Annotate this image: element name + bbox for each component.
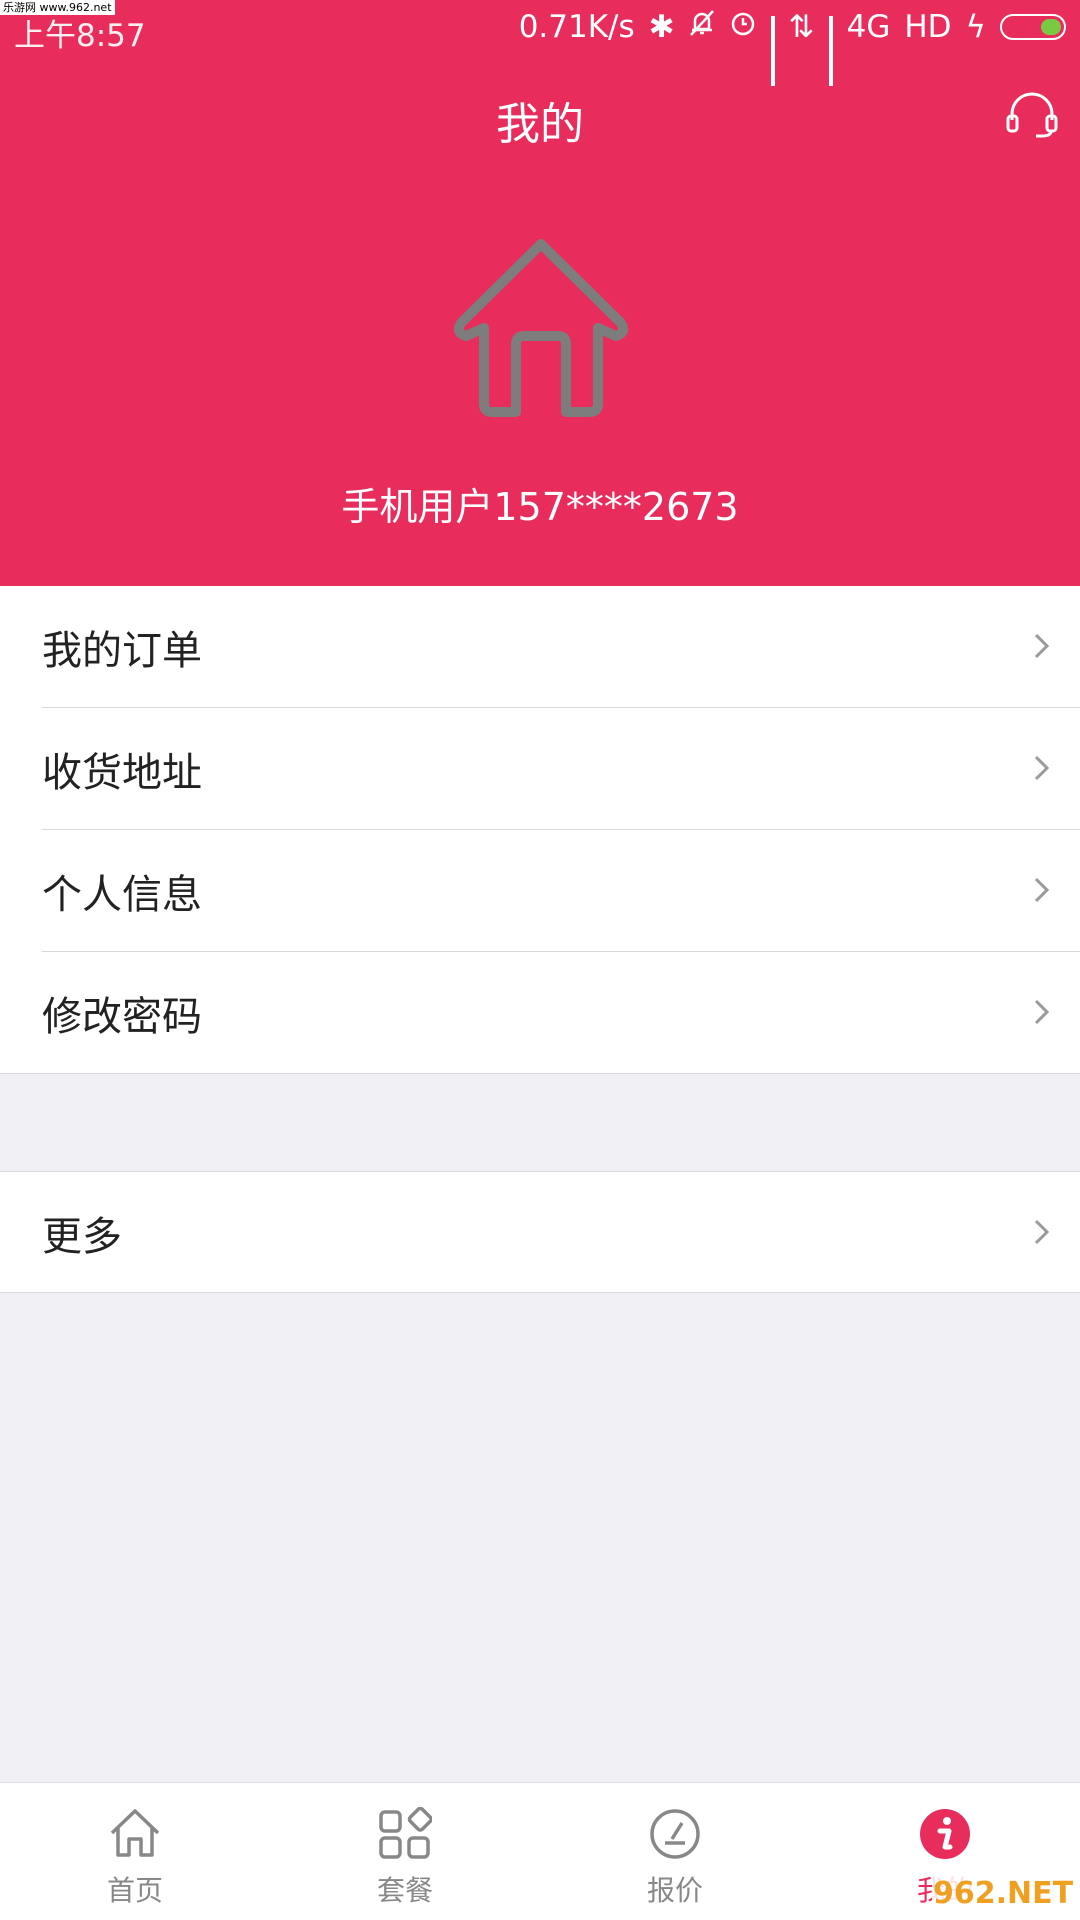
network-speed: 0.71K/s — [518, 9, 635, 45]
profile-header: 乐游网 www.962.net 上午8:57 0.71K/s ✱ ⇅ 4G HD… — [0, 0, 1080, 586]
chevron-right-icon — [1034, 999, 1050, 1025]
charging-icon: ϟ — [965, 9, 986, 45]
status-indicators: 0.71K/s ✱ ⇅ 4G HD ϟ — [518, 9, 1066, 86]
info-icon — [920, 1809, 970, 1859]
signal-icon — [770, 16, 775, 86]
chevron-right-icon — [1034, 877, 1050, 903]
watermark-logo: 962.NET — [932, 1870, 1074, 1916]
menu-item-profile[interactable]: 个人信息 — [0, 830, 1080, 952]
edit-icon — [650, 1809, 700, 1859]
menu-item-label: 更多 — [42, 1214, 122, 1260]
data-transfer-icon: ⇅ — [788, 9, 815, 45]
tab-label: 首页 — [106, 1874, 163, 1907]
chevron-right-icon — [1034, 633, 1050, 659]
menu-item-more[interactable]: 更多 — [0, 1172, 1080, 1294]
chevron-right-icon — [1034, 755, 1050, 781]
tab-bar: 首页 套餐 报价 我的 962.NET — [0, 1782, 1080, 1920]
menu-item-label: 我的订单 — [42, 628, 202, 674]
hd-label: HD — [904, 9, 952, 45]
menu-group-account: 我的订单 收货地址 个人信息 修改密码 — [0, 586, 1080, 1074]
user-name: 手机用户157****2673 — [341, 485, 739, 529]
status-time: 上午8:57 — [14, 18, 146, 54]
menu-group-more: 更多 — [0, 1171, 1080, 1293]
battery-icon — [1000, 14, 1066, 40]
signal-icon-2 — [828, 16, 833, 86]
tab-quote[interactable]: 报价 — [540, 1783, 810, 1920]
tab-label: 套餐 — [376, 1874, 433, 1907]
menu-item-label: 修改密码 — [42, 994, 202, 1040]
menu-item-password[interactable]: 修改密码 — [0, 952, 1080, 1074]
tab-home[interactable]: 首页 — [0, 1783, 270, 1920]
mute-icon — [689, 9, 715, 45]
tab-label: 报价 — [646, 1874, 703, 1907]
page-title: 我的 — [496, 99, 584, 150]
menu-item-label: 收货地址 — [42, 750, 202, 796]
tab-packages[interactable]: 套餐 — [270, 1783, 540, 1920]
menu-item-orders[interactable]: 我的订单 — [0, 586, 1080, 708]
home-icon — [110, 1809, 160, 1857]
grid-icon — [379, 1807, 432, 1859]
bluetooth-icon: ✱ — [648, 9, 675, 45]
menu-item-address[interactable]: 收货地址 — [0, 708, 1080, 830]
menu-item-label: 个人信息 — [42, 872, 202, 918]
avatar-home-icon[interactable] — [448, 236, 634, 422]
chevron-right-icon — [1034, 1219, 1050, 1245]
alarm-icon — [729, 9, 757, 45]
status-bar: 乐游网 www.962.net 上午8:57 0.71K/s ✱ ⇅ 4G HD… — [0, 0, 1080, 86]
network-type: 4G — [846, 9, 891, 45]
headset-icon[interactable] — [1006, 92, 1058, 138]
